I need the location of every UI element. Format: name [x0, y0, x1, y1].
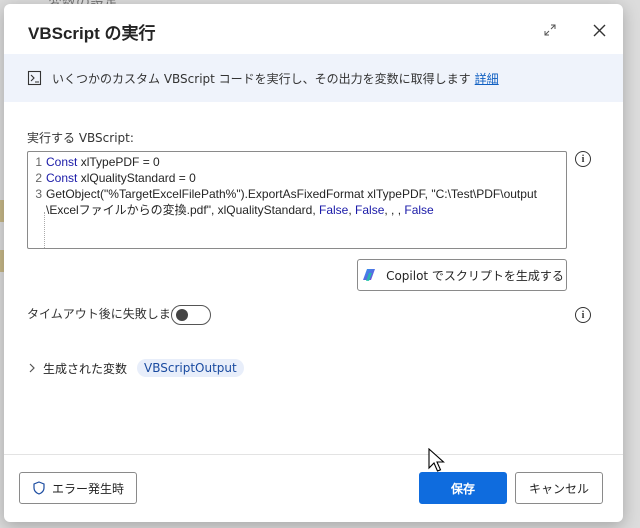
- script-icon: [26, 69, 44, 87]
- code-line-3-wrap: \Excelファイルからの変換.pdf", xlQualityStandard,…: [46, 202, 434, 218]
- code-text: GetObject("%TargetExcelFilePath%").Expor…: [46, 187, 537, 201]
- chevron-right-icon[interactable]: [27, 363, 39, 373]
- timeout-label: タイムアウト後に失敗します:: [27, 307, 187, 321]
- save-button[interactable]: 保存: [419, 472, 507, 504]
- script-field-label: 実行する VBScript:: [27, 131, 134, 145]
- line-number: 2: [35, 171, 42, 185]
- copilot-button-label: Copilot でスクリプトを生成する: [386, 268, 564, 283]
- shield-icon: [32, 481, 46, 495]
- cancel-button[interactable]: キャンセル: [515, 472, 603, 504]
- line-number: 1: [35, 155, 42, 169]
- code-keyword: False: [319, 203, 349, 217]
- info-bar: いくつかのカスタム VBScript コードを実行し、その出力を変数に取得します…: [4, 54, 623, 102]
- fold-guide: [44, 212, 45, 248]
- toggle-knob: [176, 309, 188, 321]
- script-info-icon[interactable]: i: [575, 151, 591, 167]
- code-text: xlTypePDF = 0: [77, 155, 160, 169]
- copilot-generate-button[interactable]: Copilot でスクリプトを生成する: [357, 259, 567, 291]
- vbscript-dialog: VBScript の実行 いくつかのカスタム VBScript コードを実行し、…: [4, 4, 623, 522]
- code-line-2: 2 Const xlQualityStandard = 0: [28, 170, 196, 186]
- close-button[interactable]: [587, 18, 611, 42]
- code-line-3: 3 GetObject("%TargetExcelFilePath%").Expo…: [28, 186, 537, 202]
- copilot-icon: [360, 266, 378, 284]
- code-text: xlQualityStandard = 0: [77, 171, 196, 185]
- line-number: 3: [35, 187, 42, 201]
- timeout-toggle[interactable]: [171, 305, 211, 325]
- learn-more-link[interactable]: 詳細: [475, 70, 499, 87]
- script-editor[interactable]: 1 Const xlTypePDF = 0 2 Const xlQualitySta…: [27, 151, 567, 249]
- timeout-info-icon[interactable]: i: [575, 307, 591, 323]
- code-line-1: 1 Const xlTypePDF = 0: [28, 154, 160, 170]
- code-keyword: False: [355, 203, 385, 217]
- dialog-title: VBScript の実行: [28, 24, 156, 43]
- dialog-header: VBScript の実行: [4, 4, 623, 54]
- expand-button[interactable]: [538, 18, 562, 42]
- mouse-cursor-icon: [428, 448, 445, 472]
- footer-divider: [4, 454, 623, 455]
- on-error-button[interactable]: エラー発生時: [19, 472, 137, 504]
- code-text: \Excelファイルからの変換.pdf", xlQualityStandard,: [46, 203, 320, 217]
- code-text: , , ,: [384, 203, 405, 217]
- code-keyword: Const: [46, 155, 78, 169]
- generated-variables-label[interactable]: 生成された変数: [43, 360, 127, 377]
- close-icon: [593, 24, 605, 36]
- code-keyword: False: [404, 203, 434, 217]
- info-text: いくつかのカスタム VBScript コードを実行し、その出力を変数に取得します: [52, 71, 471, 86]
- variable-chip[interactable]: VBScriptOutput: [137, 359, 244, 377]
- code-keyword: Const: [46, 171, 78, 185]
- on-error-label: エラー発生時: [51, 481, 124, 496]
- generated-variables-row: 生成された変数 VBScriptOutput: [27, 357, 244, 379]
- expand-icon: [544, 24, 556, 36]
